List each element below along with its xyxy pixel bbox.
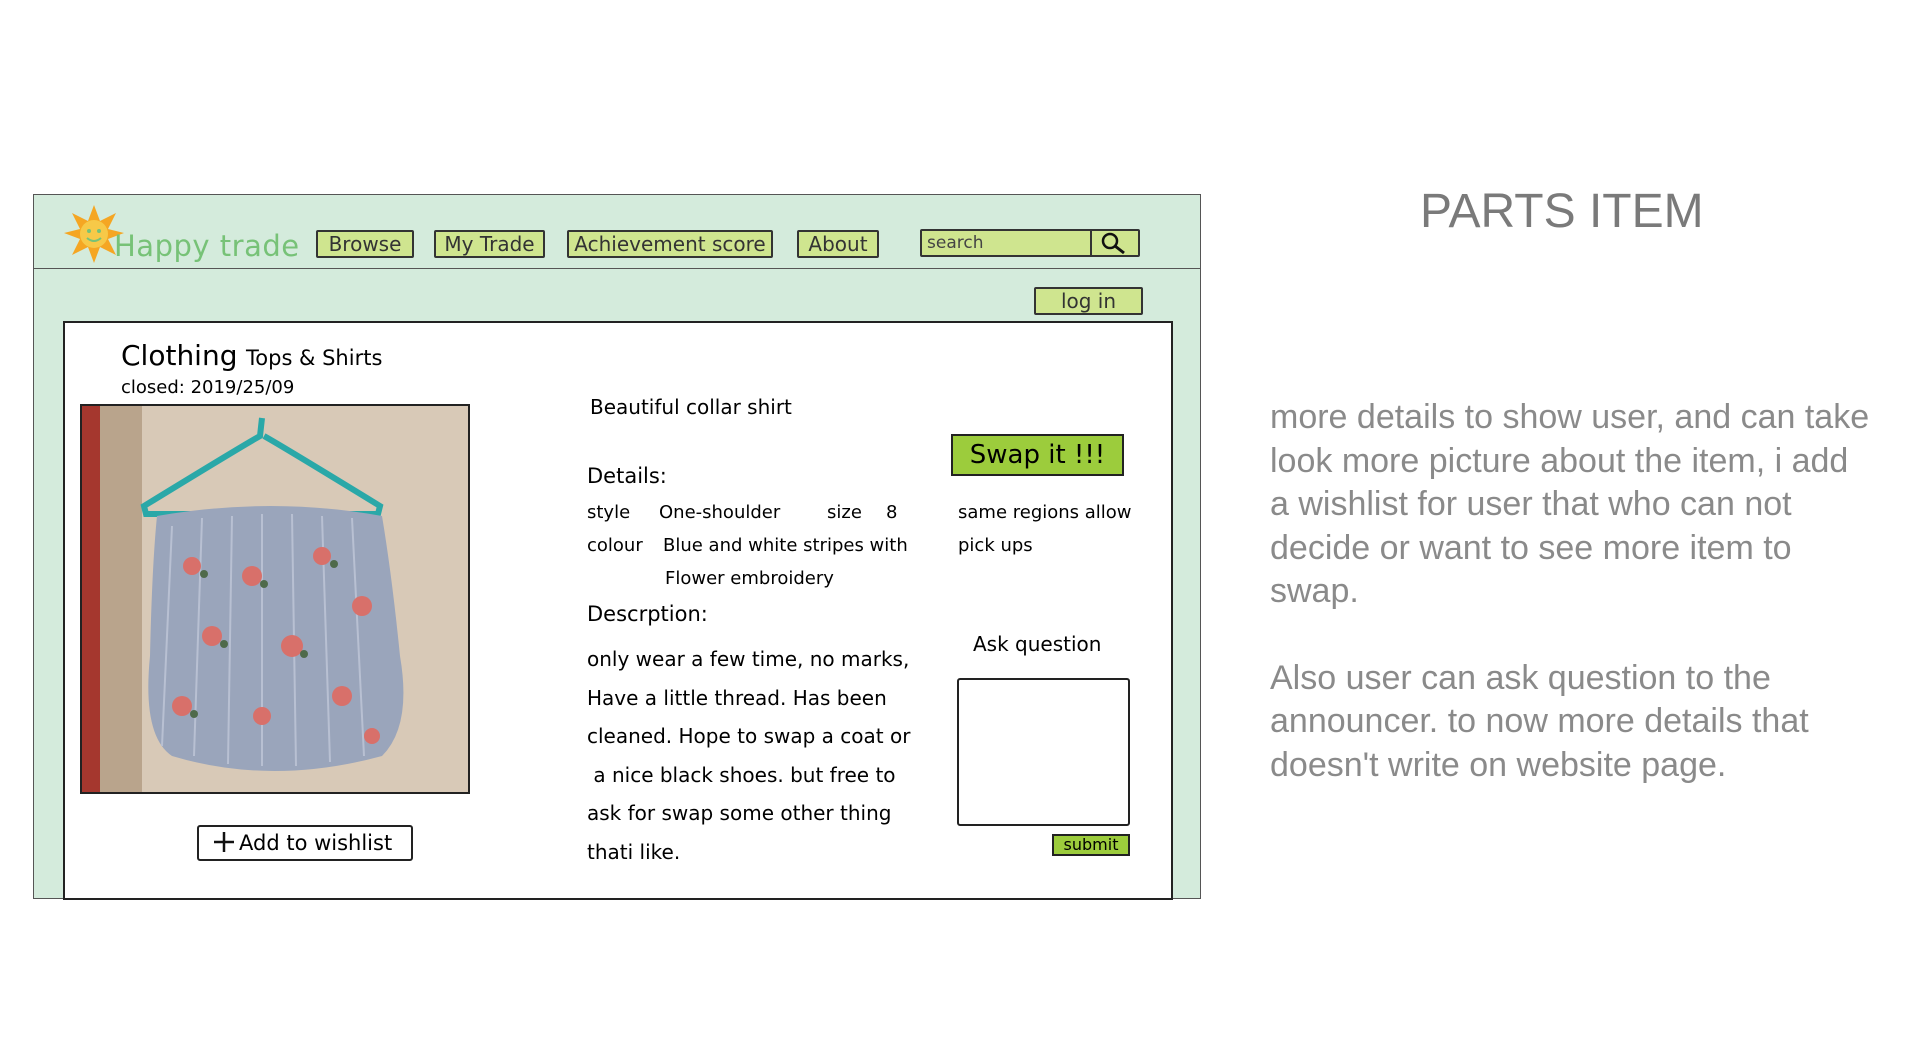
size-value: 8: [886, 502, 898, 523]
colour-label: colour: [587, 535, 643, 556]
description-line: ask for swap some other thing: [587, 801, 892, 826]
description-line: thati like.: [587, 839, 681, 864]
item-name: Beautiful collar shirt: [590, 395, 792, 419]
annotation-paragraph: more details to show user, and can take …: [1270, 398, 1870, 610]
colour-value-line-1: Blue and white stripes with: [663, 535, 908, 556]
style-label: style: [587, 502, 631, 523]
swap-button[interactable]: Swap it !!!: [951, 434, 1124, 476]
login-button[interactable]: log in: [1034, 287, 1143, 315]
ask-question-label: Ask question: [973, 632, 1102, 656]
region-note-line-1: same regions allow: [958, 502, 1132, 523]
nav-achievement-score-button[interactable]: Achievement score: [567, 230, 773, 258]
description-text: only wear a few time, no marks, Have a l…: [587, 640, 910, 872]
search-icon: [1101, 232, 1125, 255]
nav-about-button[interactable]: About: [797, 230, 879, 258]
style-value: One-shoulder: [659, 502, 781, 523]
question-textarea[interactable]: [957, 678, 1130, 826]
add-to-wishlist-button[interactable]: Add to wishlist: [197, 825, 413, 861]
search-button[interactable]: [1090, 231, 1138, 255]
wishlist-label: Add to wishlist: [239, 831, 393, 855]
submit-button[interactable]: submit: [1052, 834, 1130, 856]
closed-date: closed: 2019/25/09: [121, 377, 295, 398]
nav-browse-button[interactable]: Browse: [316, 230, 414, 258]
product-photo[interactable]: [80, 404, 470, 794]
annotation-notes: more details to show user, and can take …: [1270, 396, 1870, 830]
search-input[interactable]: [922, 231, 1102, 255]
description-heading: Descrption:: [587, 602, 708, 626]
category-title: Clothing: [121, 339, 238, 372]
description-line: Have a little thread. Has been: [587, 685, 887, 710]
annotation-title: PARTS ITEM: [1420, 185, 1704, 238]
colour-value-line-2: Flower embroidery: [665, 568, 834, 589]
nav-my-trade-button[interactable]: My Trade: [434, 230, 545, 258]
logo[interactable]: Happy trade: [62, 203, 299, 263]
description-line: a nice black shoes. but free to: [587, 762, 896, 787]
region-note-line-2: pick ups: [958, 535, 1033, 556]
plus-icon: [214, 832, 234, 852]
top-navigation-bar: Happy trade Browse My Trade Achievement …: [34, 195, 1200, 269]
annotation-paragraph: Also user can ask question to the announ…: [1270, 658, 1809, 784]
details-heading: Details:: [587, 464, 667, 488]
description-line: only wear a few time, no marks,: [587, 647, 910, 671]
logo-text: Happy trade: [114, 229, 300, 263]
search-bar: [920, 229, 1140, 257]
description-line: cleaned. Hope to swap a coat or: [587, 724, 911, 749]
size-label: size: [827, 502, 862, 523]
product-image: [82, 406, 468, 792]
subcategory-label: Tops & Shirts: [246, 346, 383, 370]
